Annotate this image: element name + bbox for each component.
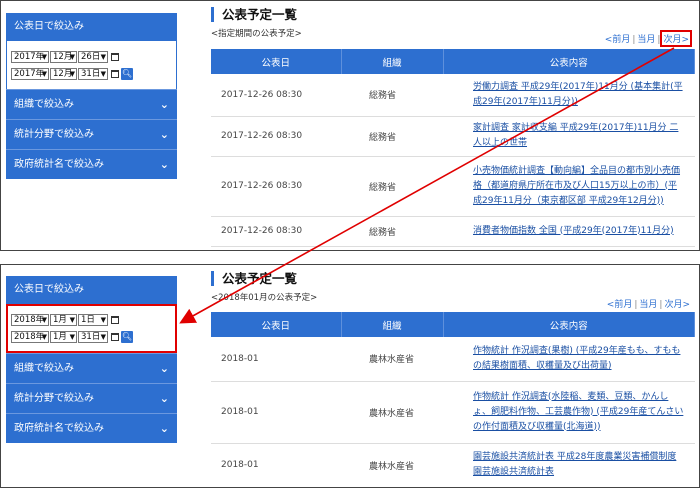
row-content-link[interactable]: 作物統計 作況調査(水陸稲、麦類、豆類、かんしょ、飼肥料作物、工芸農作物) (平…	[473, 392, 683, 432]
row-content-link[interactable]: 小売物価統計調査【動向編】全品目の都市別小売価格（都道府県庁所在市及び人口15万…	[473, 166, 680, 206]
prev-month-link[interactable]: <前月	[605, 297, 635, 310]
row-org: 農林水産省	[341, 337, 443, 382]
next-month-link[interactable]: 次月>	[660, 30, 692, 47]
row-content-link[interactable]: 園芸施設共済統計表 平成28年度農業災害補償制度園芸施設共済統計表	[473, 452, 676, 477]
row-org: 総務省	[341, 156, 443, 217]
date-range-form: 2017年 ▼ 12月 ▼ 26日 ▼ 2017年 ▼ 12月 ▼ 31日 ▼ 🔍︎	[6, 41, 177, 89]
row-content-link[interactable]: 消費者物価指数 全国 (平成29年(2017年)11月分)	[473, 226, 674, 236]
calendar-icon[interactable]	[111, 69, 119, 78]
from-day-select[interactable]: 1日 ▼	[78, 313, 108, 326]
panel-before: 公表日で絞込み 2017年 ▼ 12月 ▼ 26日 ▼ 2017年 ▼ 12月 ▼ 31日…	[0, 0, 700, 251]
page-title: 公表予定一覧	[211, 7, 695, 22]
schedule-table: 公表日 組織 公表内容 2017-12-26 08:30 総務省 労働力調査 平…	[211, 49, 695, 247]
row-content-link[interactable]: 作物統計 作況調査(果樹) (平成29年産もも、すももの結果樹面積、収穫量及び出…	[473, 346, 680, 371]
sidebar-item-field[interactable]: 統計分野で絞込み ⌄	[6, 119, 177, 149]
page-title: 公表予定一覧	[211, 271, 695, 286]
table-row: 2018-01 農林水産省 作物統計 作況調査(果樹) (平成29年産もも、すも…	[211, 337, 695, 382]
filter-date-header[interactable]: 公表日で絞込み	[6, 13, 177, 41]
row-date: 2017-12-26 08:30	[211, 116, 341, 157]
date-to-row: 2018年 ▼ 1月 ▼ 31日 ▼ 🔍︎	[11, 329, 175, 344]
date-range-form: 2018年 ▼ 1月 ▼ 1日 ▼ 2018年 ▼ 1月 ▼ 31日 ▼ 🔍︎	[6, 304, 177, 353]
column-header: 組織	[341, 49, 444, 74]
from-month-select[interactable]: 1月 ▼	[50, 313, 77, 326]
sidebar-item-organization[interactable]: 組織で絞込み ⌄	[6, 353, 177, 383]
month-pager: <前月 | 当月 | 次月>	[603, 30, 692, 47]
calendar-icon[interactable]	[111, 52, 119, 61]
column-header: 公表内容	[443, 49, 695, 74]
search-icon[interactable]: 🔍︎	[121, 330, 133, 343]
table-row: 2017-12-26 08:30 総務省 小売物価統計調査【動向編】全品目の都市…	[211, 156, 695, 217]
date-from-row: 2017年 ▼ 12月 ▼ 26日 ▼	[11, 49, 176, 64]
table-row: 2017-12-26 08:30 総務省 家計調査 家計収支編 平成29年(20…	[211, 116, 695, 157]
to-month-select[interactable]: 12月 ▼	[50, 67, 77, 80]
date-to-row: 2017年 ▼ 12月 ▼ 31日 ▼ 🔍︎	[11, 66, 176, 81]
table-row: 2017-12-26 08:30 総務省 消費者物価指数 全国 (平成29年(2…	[211, 216, 695, 247]
chevron-down-icon: ⌄	[159, 422, 169, 435]
row-content-link[interactable]: 家計調査 家計収支編 平成29年(2017年)11月分 二人以上の世帯	[473, 123, 678, 148]
to-day-select[interactable]: 31日 ▼	[78, 67, 108, 80]
table-row: 2018-01 農林水産省 園芸施設共済統計表 平成28年度農業災害補償制度園芸…	[211, 443, 695, 487]
sidebar: 公表日で絞込み 2017年 ▼ 12月 ▼ 26日 ▼ 2017年 ▼ 12月 ▼ 31日…	[6, 13, 177, 179]
to-year-select[interactable]: 2017年 ▼	[11, 67, 49, 80]
schedule-table: 公表日 組織 公表内容 2018-01 農林水産省 作物統計 作況調査(果樹) …	[211, 312, 695, 487]
month-pager: <前月 | 当月 | 次月>	[605, 297, 692, 310]
row-org: 農林水産省	[341, 381, 443, 444]
row-date: 2017-12-26 08:30	[211, 74, 341, 117]
search-icon[interactable]: 🔍︎	[121, 67, 133, 80]
next-month-link[interactable]: 次月>	[662, 297, 692, 310]
sidebar-item-organization[interactable]: 組織で絞込み ⌄	[6, 89, 177, 119]
column-header: 公表日	[211, 49, 342, 74]
to-year-select[interactable]: 2018年 ▼	[11, 330, 49, 343]
row-date: 2018-01	[211, 337, 341, 382]
sidebar-item-stat-name[interactable]: 政府統計名で絞込み ⌄	[6, 413, 177, 443]
row-org: 農林水産省	[341, 443, 443, 487]
to-day-select[interactable]: 31日 ▼	[78, 330, 108, 343]
sidebar-item-field[interactable]: 統計分野で絞込み ⌄	[6, 383, 177, 413]
from-year-select[interactable]: 2018年 ▼	[11, 313, 49, 326]
row-content-link[interactable]: 労働力調査 平成29年(2017年)11月分 (基本集計(平成29年(2017年…	[473, 82, 683, 107]
chevron-down-icon: ⌄	[159, 98, 169, 111]
chevron-down-icon: ⌄	[159, 362, 169, 375]
to-month-select[interactable]: 1月 ▼	[50, 330, 77, 343]
sidebar-item-stat-name[interactable]: 政府統計名で絞込み ⌄	[6, 149, 177, 179]
row-org: 総務省	[341, 74, 443, 117]
calendar-icon[interactable]	[111, 315, 119, 324]
from-year-select[interactable]: 2017年 ▼	[11, 50, 49, 63]
panel-after: 公表日で絞込み 2018年 ▼ 1月 ▼ 1日 ▼ 2018年 ▼ 1月 ▼ 31日 ▼ 🔍…	[0, 264, 700, 488]
filter-date-header[interactable]: 公表日で絞込み	[6, 276, 177, 304]
table-row: 2018-01 農林水産省 作物統計 作況調査(水陸稲、麦類、豆類、かんしょ、飼…	[211, 381, 695, 444]
row-date: 2018-01	[211, 443, 341, 487]
chevron-down-icon: ⌄	[159, 128, 169, 141]
row-org: 総務省	[341, 116, 443, 157]
sidebar: 公表日で絞込み 2018年 ▼ 1月 ▼ 1日 ▼ 2018年 ▼ 1月 ▼ 31日 ▼ 🔍…	[6, 276, 177, 443]
prev-month-link[interactable]: <前月	[603, 32, 633, 45]
column-header: 公表内容	[443, 312, 695, 337]
row-date: 2017-12-26 08:30	[211, 156, 341, 217]
chevron-down-icon: ⌄	[159, 158, 169, 171]
date-from-row: 2018年 ▼ 1月 ▼ 1日 ▼	[11, 312, 175, 327]
from-day-select[interactable]: 26日 ▼	[78, 50, 108, 63]
row-date: 2017-12-26 08:30	[211, 216, 341, 247]
current-month-link[interactable]: 当月	[635, 32, 657, 45]
column-header: 組織	[341, 312, 444, 337]
from-month-select[interactable]: 12月 ▼	[50, 50, 77, 63]
table-row: 2017-12-26 08:30 総務省 労働力調査 平成29年(2017年)1…	[211, 74, 695, 117]
row-date: 2018-01	[211, 381, 341, 444]
chevron-down-icon: ⌄	[159, 392, 169, 405]
current-month-link[interactable]: 当月	[637, 297, 659, 310]
column-header: 公表日	[211, 312, 342, 337]
calendar-icon[interactable]	[111, 332, 119, 341]
row-org: 総務省	[341, 216, 443, 247]
